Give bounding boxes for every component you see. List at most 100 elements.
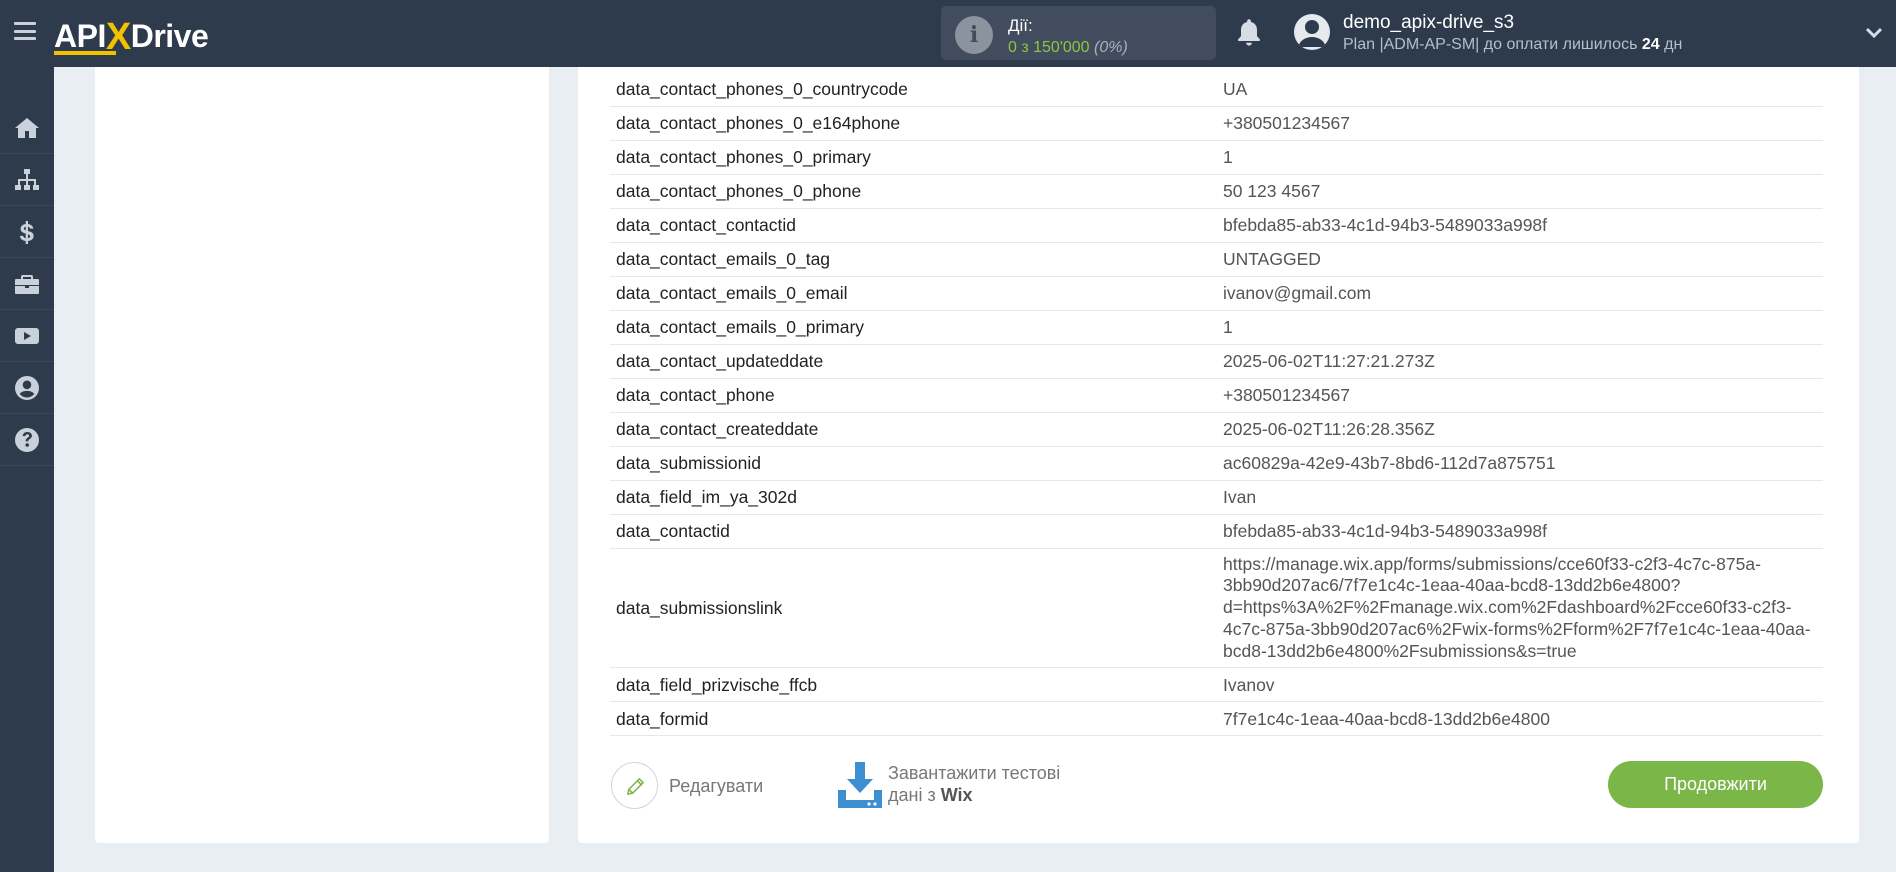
field-key: data_contact_phones_0_primary: [616, 147, 871, 167]
youtube-icon: [15, 327, 39, 344]
field-value: 7f7e1c4c-1eaa-40aa-bcd8-13dd2b6e4800: [1223, 708, 1550, 729]
sidebar-item-billing[interactable]: [0, 206, 54, 258]
table-row: data_contact_phones_0_primary 1: [610, 140, 1823, 174]
field-key: data_contactid: [616, 521, 730, 541]
table-row: data_field_im_ya_302d Ivan: [610, 480, 1823, 514]
table-row: data_contact_phones_0_countrycode UA: [610, 72, 1823, 106]
actions-percent: (0%): [1094, 39, 1128, 56]
download-label-prefix: дані з: [888, 785, 941, 805]
chevron-down-icon[interactable]: [1866, 26, 1882, 40]
menu-icon[interactable]: [14, 22, 36, 40]
user-plan-days: 24: [1641, 36, 1660, 53]
field-value-line: 3bb90d207ac6/7f7e1c4c-1eaa-40aa-bcd8-13d…: [1223, 575, 1681, 596]
sidebar-item-account[interactable]: [0, 362, 54, 414]
field-key: data_submissionid: [616, 453, 761, 473]
bell-icon[interactable]: [1235, 17, 1263, 49]
field-key: data_formid: [616, 708, 709, 729]
user-plan: Plan |ADM-AP-SM| до оплати лишилось 24 д…: [1343, 36, 1682, 54]
field-value: 50 123 4567: [1223, 181, 1321, 201]
left-panel: [95, 67, 549, 843]
pencil-icon: [627, 778, 644, 795]
field-value-line: d=https%3A%2F%2Fmanage.wix.com%2Fdashboa…: [1223, 597, 1792, 618]
actions-count: 0 з 150'000: [1008, 39, 1090, 56]
field-key: data_field_prizvische_ffcb: [616, 674, 818, 695]
table-row: data_contact_emails_0_email ivanov@gmail.…: [610, 276, 1823, 310]
field-key: data_contact_updateddate: [616, 351, 824, 371]
field-value: +380501234567: [1223, 385, 1351, 405]
table-row: data_contact_emails_0_primary 1: [610, 310, 1823, 344]
info-icon: i: [955, 16, 993, 54]
table-row: data_contact_contactid bfebda85-ab33-4c1d…: [610, 208, 1823, 242]
home-icon: [15, 117, 39, 138]
field-key: data_contact_phones_0_e164phone: [616, 113, 901, 133]
sidebar-item-connections[interactable]: [0, 154, 54, 206]
user-plan-unit: дн: [1659, 36, 1683, 53]
actions-label: Дії:: [1008, 16, 1033, 35]
actions-counter[interactable]: i Дії: 0 з 150'000 (0%): [941, 6, 1216, 60]
field-value: +380501234567: [1223, 113, 1351, 133]
table-row: data_contact_phone +380501234567: [610, 378, 1823, 412]
sidebar-item-projects[interactable]: [0, 258, 54, 310]
field-value: UA: [1223, 78, 1248, 99]
download-source: Wix: [940, 785, 973, 805]
logo-text-drive: Drive: [130, 18, 209, 54]
download-label-line1: Завантажити тестові: [888, 763, 1061, 783]
download-icon: [838, 762, 882, 808]
sidebar: [0, 67, 54, 872]
user-name[interactable]: demo_apix-drive_s3: [1343, 12, 1514, 34]
actions-value: 0 з 150'000 (0%): [1008, 39, 1128, 57]
table-row: data_submissionslink https://manage.wix.a…: [610, 548, 1823, 668]
avatar[interactable]: [1294, 14, 1330, 50]
field-value: UNTAGGED: [1223, 249, 1321, 269]
sidebar-item-help[interactable]: [0, 414, 54, 466]
field-value-line: 4c7c-875a-3bb90d207ac6%2Fwix-forms%2Ffor…: [1223, 618, 1811, 639]
user-plan-text: Plan |ADM-AP-SM| до оплати лишилось: [1343, 36, 1642, 53]
field-value: ac60829a-42e9-43b7-8bd6-112d7a875751: [1223, 453, 1556, 473]
user-icon: [15, 375, 39, 400]
briefcase-icon: [15, 274, 39, 294]
field-value: Ivan: [1223, 487, 1257, 507]
top-bar: APIXDrive i Дії: 0 з 150'000 (0%) demo_a…: [0, 0, 1896, 67]
field-key: data_contact_phones_0_countrycode: [616, 78, 908, 99]
field-key: data_contact_contactid: [616, 215, 796, 235]
table-row: data_contact_phones_0_phone 50 123 4567: [610, 174, 1823, 208]
field-key: data_contact_phone: [616, 385, 775, 405]
field-value: 1: [1223, 147, 1233, 167]
field-value-line: https://manage.wix.app/forms/submissions…: [1223, 553, 1761, 574]
download-label-line2: дані з Wix: [888, 785, 973, 806]
sidebar-item-home[interactable]: [0, 102, 54, 154]
field-key: data_contact_emails_0_tag: [616, 249, 831, 269]
download-test-data-button[interactable]: Завантажити тестові дані з Wix: [836, 760, 1126, 814]
table-row: data_contact_emails_0_tag UNTAGGED: [610, 242, 1823, 276]
field-value-line: bcd8-13dd2b6e4800%2Fsubmissions&s=true: [1223, 640, 1577, 661]
field-value: 2025-06-02T11:27:21.273Z: [1223, 351, 1435, 371]
sidebar-item-video[interactable]: [0, 310, 54, 362]
dollar-icon: [19, 220, 34, 244]
edit-button[interactable]: Редагувати: [611, 762, 771, 810]
field-value: bfebda85-ab33-4c1d-94b3-5489033a998f: [1223, 521, 1548, 541]
logo-text-api: API: [54, 18, 106, 54]
field-key: data_contact_emails_0_primary: [616, 317, 865, 337]
table-row: data_contact_createddate 2025-06-02T11:26…: [610, 412, 1823, 446]
main-panel: data_contact_phones_0_countrycode UA data_…: [578, 67, 1859, 843]
field-value: Ivanov: [1223, 674, 1275, 695]
field-key: data_contact_emails_0_email: [616, 283, 848, 303]
field-key: data_contact_createddate: [616, 419, 819, 439]
field-key: data_submissionslink: [616, 597, 783, 618]
continue-button[interactable]: Продовжити: [1608, 761, 1823, 808]
edit-circle: [611, 762, 658, 809]
logo[interactable]: APIXDrive: [54, 14, 209, 58]
fields-table: data_contact_phones_0_countrycode UA data_…: [610, 72, 1823, 736]
table-row: data_formid 7f7e1c4c-1eaa-40aa-bcd8-13dd2…: [610, 702, 1823, 736]
field-value: https://manage.wix.app/forms/submissions…: [1217, 548, 1823, 668]
sitemap-icon: [15, 168, 39, 190]
field-value: 1: [1223, 317, 1233, 337]
table-row: data_contact_phones_0_e164phone +38050123…: [610, 106, 1823, 140]
field-key: data_contact_phones_0_phone: [616, 181, 862, 201]
help-icon: [15, 427, 39, 452]
field-value: ivanov@gmail.com: [1223, 283, 1372, 303]
table-row: data_submissionid ac60829a-42e9-43b7-8bd6…: [610, 446, 1823, 480]
field-value: 2025-06-02T11:26:28.356Z: [1223, 419, 1435, 439]
logo-underline: [54, 51, 116, 55]
table-row: data_contact_updateddate 2025-06-02T11:27…: [610, 344, 1823, 378]
